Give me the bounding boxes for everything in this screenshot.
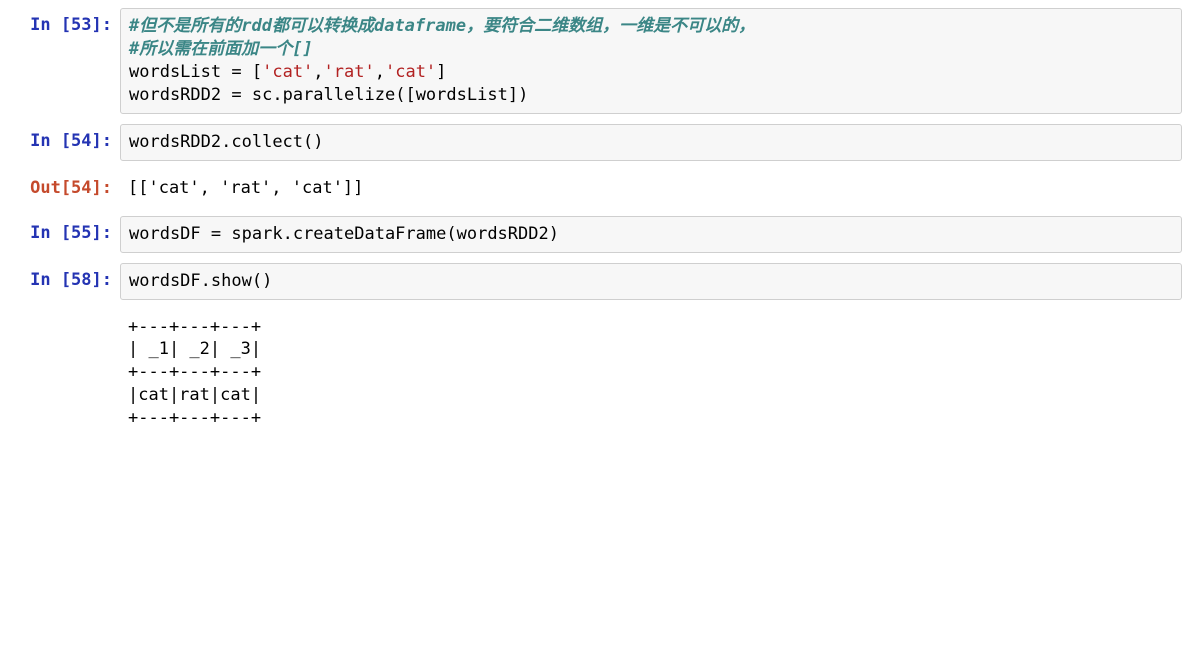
output-cell-54: Out[54]: [['cat', 'rat', 'cat']]: [0, 171, 1182, 206]
code-comment: #所以需在前面加一个[]: [129, 39, 313, 59]
code-cell-54: In [54]: wordsRDD2.collect(): [0, 124, 1182, 161]
code-output-58: +---+---+---+ | _1| _2| _3| +---+---+---…: [120, 310, 1182, 437]
code-cell-55: In [55]: wordsDF = spark.createDataFrame…: [0, 216, 1182, 253]
code-cell-58: In [58]: wordsDF.show(): [0, 263, 1182, 300]
output-cell-58: +---+---+---+ | _1| _2| _3| +---+---+---…: [0, 310, 1182, 437]
code-input-55[interactable]: wordsDF = spark.createDataFrame(wordsRDD…: [120, 216, 1182, 253]
code-input-58[interactable]: wordsDF.show(): [120, 263, 1182, 300]
input-prompt-54: In [54]:: [0, 124, 120, 153]
output-prompt-58-empty: [0, 310, 120, 316]
code-cell-53: In [53]: #但不是所有的rdd都可以转换成dataframe，要符合二维…: [0, 8, 1182, 114]
code-comment: #但不是所有的rdd都可以转换成dataframe，要符合二维数组，一维是不可以…: [129, 16, 755, 36]
input-prompt-55: In [55]:: [0, 216, 120, 245]
code-output-54: [['cat', 'rat', 'cat']]: [120, 171, 1182, 206]
code-input-53[interactable]: #但不是所有的rdd都可以转换成dataframe，要符合二维数组，一维是不可以…: [120, 8, 1182, 114]
output-prompt-54: Out[54]:: [0, 171, 120, 200]
code-input-54[interactable]: wordsRDD2.collect(): [120, 124, 1182, 161]
input-prompt-58: In [58]:: [0, 263, 120, 292]
input-prompt-53: In [53]:: [0, 8, 120, 37]
